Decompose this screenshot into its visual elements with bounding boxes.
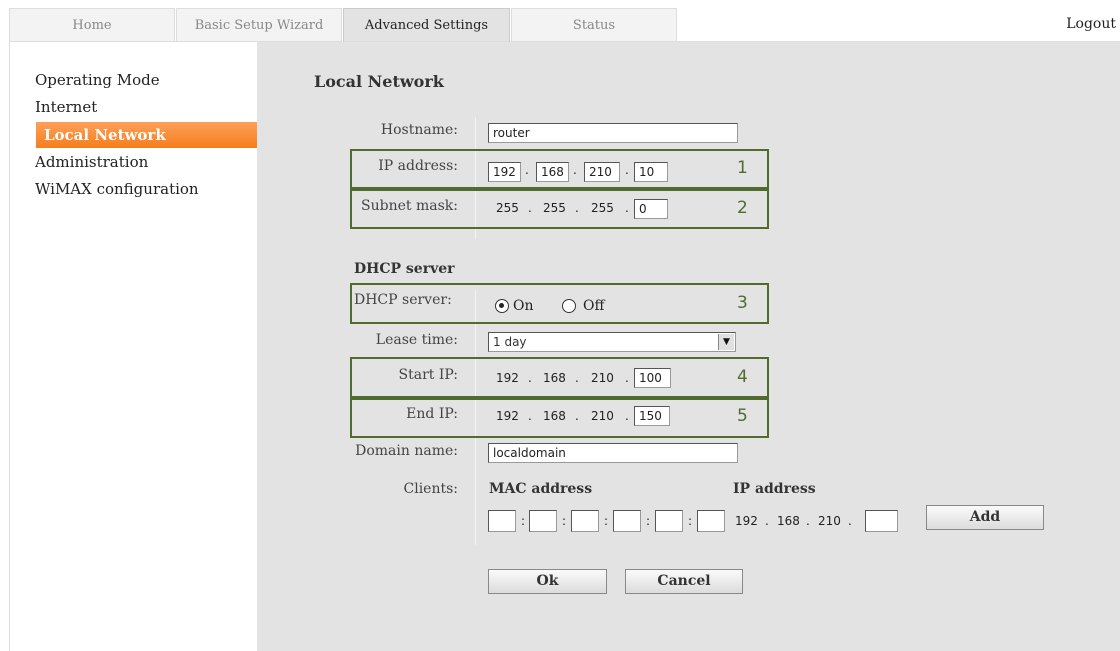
lease-time-value: 1 day bbox=[493, 335, 527, 349]
mac-octet-4-input[interactable] bbox=[613, 510, 641, 532]
start-ip-dot: . bbox=[528, 371, 532, 385]
tab-basic-setup-wizard[interactable]: Basic Setup Wizard bbox=[176, 8, 342, 41]
marker-5: 5 bbox=[737, 406, 748, 426]
domain-name-input[interactable]: localdomain bbox=[488, 443, 738, 463]
sidebar-item-internet[interactable]: Internet bbox=[35, 98, 97, 116]
client-ip-dot: . bbox=[848, 514, 852, 528]
end-ip-dot: . bbox=[625, 409, 629, 423]
subnet-dot: . bbox=[575, 201, 579, 215]
dhcp-off-label[interactable]: Off bbox=[583, 298, 604, 314]
hostname-input[interactable]: router bbox=[488, 123, 738, 143]
ip-address-header: IP address bbox=[733, 481, 816, 497]
mac-colon: : bbox=[646, 514, 651, 528]
add-client-button[interactable]: Add bbox=[926, 505, 1044, 530]
marker-3: 3 bbox=[737, 293, 748, 313]
ok-button[interactable]: Ok bbox=[488, 569, 607, 594]
client-ip-dot: . bbox=[806, 514, 810, 528]
subnet-dot: . bbox=[528, 201, 532, 215]
dhcp-section-title: DHCP server bbox=[354, 261, 455, 277]
start-ip-label: Start IP: bbox=[398, 367, 459, 383]
subnet-octet-1: 255 bbox=[496, 201, 519, 215]
dhcp-on-radio[interactable] bbox=[495, 299, 509, 313]
tab-home[interactable]: Home bbox=[9, 8, 175, 41]
ip-address-label: IP address: bbox=[378, 158, 458, 174]
mac-colon: : bbox=[562, 514, 567, 528]
lease-time-label: Lease time: bbox=[375, 332, 458, 348]
subnet-mask-label: Subnet mask: bbox=[361, 198, 458, 214]
domain-name-label: Domain name: bbox=[355, 443, 458, 459]
mac-colon: : bbox=[521, 514, 526, 528]
tab-status[interactable]: Status bbox=[511, 8, 677, 41]
ip-dot: . bbox=[525, 163, 529, 177]
subnet-octet-2: 255 bbox=[543, 201, 566, 215]
client-ip-octet-4-input[interactable] bbox=[865, 510, 898, 532]
mac-octet-2-input[interactable] bbox=[529, 510, 557, 532]
dhcp-on-label[interactable]: On bbox=[513, 298, 534, 314]
marker-2: 2 bbox=[737, 198, 748, 218]
clients-label: Clients: bbox=[403, 481, 459, 497]
ip-dot: . bbox=[625, 163, 629, 177]
mac-colon: : bbox=[688, 514, 693, 528]
end-ip-octet-2: 168 bbox=[543, 409, 566, 423]
sidebar-item-wimax-configuration[interactable]: WiMAX configuration bbox=[35, 180, 199, 198]
subnet-dot: . bbox=[625, 201, 629, 215]
marker-4: 4 bbox=[737, 367, 748, 387]
chevron-down-icon[interactable]: ▼ bbox=[718, 334, 734, 350]
logout-link[interactable]: Logout bbox=[1066, 16, 1116, 32]
start-ip-octet-3: 210 bbox=[591, 371, 614, 385]
mac-octet-5-input[interactable] bbox=[655, 510, 683, 532]
end-ip-octet-3: 210 bbox=[591, 409, 614, 423]
page-title: Local Network bbox=[314, 72, 444, 91]
end-ip-label: End IP: bbox=[406, 406, 458, 422]
client-ip-octet-2: 168 bbox=[777, 514, 800, 528]
mac-octet-6-input[interactable] bbox=[697, 510, 725, 532]
start-ip-dot: . bbox=[575, 371, 579, 385]
ip-octet-1-input[interactable]: 192 bbox=[488, 162, 521, 182]
start-ip-octet-4-input[interactable]: 100 bbox=[634, 368, 671, 388]
mac-address-header: MAC address bbox=[489, 481, 593, 497]
main-panel: Local Network Hostname: router IP addres… bbox=[257, 42, 1120, 651]
client-ip-octet-3: 210 bbox=[818, 514, 841, 528]
ip-octet-4-input[interactable]: 10 bbox=[634, 162, 668, 182]
ip-octet-2-input[interactable]: 168 bbox=[536, 162, 569, 182]
tab-advanced-settings[interactable]: Advanced Settings bbox=[343, 8, 510, 42]
end-ip-octet-4-input[interactable]: 150 bbox=[634, 406, 670, 426]
sidebar-item-local-network[interactable]: Local Network bbox=[36, 122, 265, 148]
start-ip-dot: . bbox=[625, 371, 629, 385]
dhcp-off-radio[interactable] bbox=[562, 299, 576, 313]
sidebar: Operating Mode Internet Local Network Ad… bbox=[9, 42, 265, 651]
marker-1: 1 bbox=[737, 158, 748, 178]
sidebar-item-operating-mode[interactable]: Operating Mode bbox=[35, 71, 160, 89]
mac-octet-3-input[interactable] bbox=[571, 510, 599, 532]
sidebar-item-administration[interactable]: Administration bbox=[35, 153, 148, 171]
hostname-label: Hostname: bbox=[380, 122, 458, 138]
end-ip-octet-1: 192 bbox=[496, 409, 519, 423]
subnet-octet-4-input[interactable]: 0 bbox=[634, 199, 668, 219]
ip-dot: . bbox=[573, 163, 577, 177]
client-ip-octet-1: 192 bbox=[735, 514, 758, 528]
end-ip-dot: . bbox=[575, 409, 579, 423]
subnet-octet-3: 255 bbox=[591, 201, 614, 215]
start-ip-octet-2: 168 bbox=[543, 371, 566, 385]
end-ip-dot: . bbox=[528, 409, 532, 423]
client-ip-dot: . bbox=[765, 514, 769, 528]
lease-time-select[interactable]: 1 day ▼ bbox=[488, 332, 736, 352]
start-ip-octet-1: 192 bbox=[496, 371, 519, 385]
mac-octet-1-input[interactable] bbox=[488, 510, 516, 532]
mac-colon: : bbox=[604, 514, 609, 528]
cancel-button[interactable]: Cancel bbox=[625, 569, 743, 594]
ip-octet-3-input[interactable]: 210 bbox=[584, 162, 620, 182]
